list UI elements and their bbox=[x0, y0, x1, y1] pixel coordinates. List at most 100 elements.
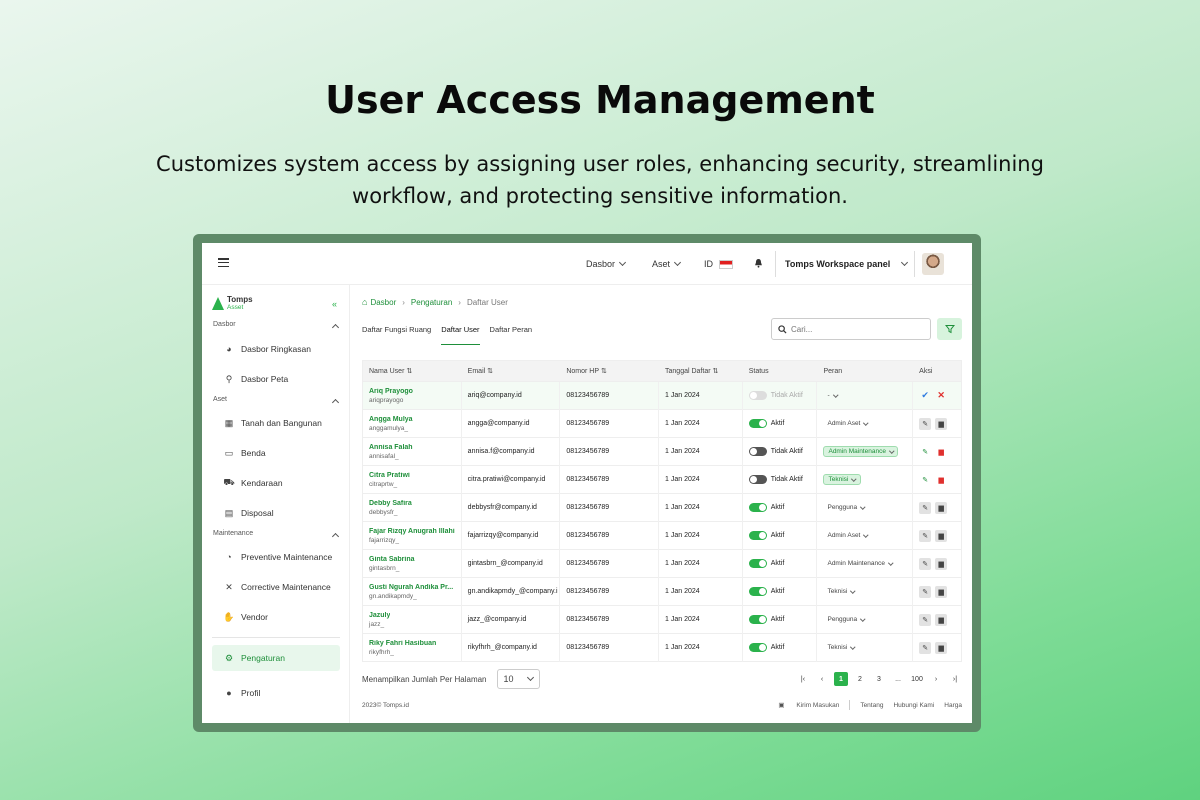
table-row[interactable]: Ariq Prayogo ariqprayogo ariq@company.id … bbox=[363, 381, 961, 410]
user-name[interactable]: Ariq Prayogo bbox=[369, 388, 413, 395]
role-select[interactable]: Pengguna bbox=[823, 503, 868, 512]
nav-dasbor-dropdown[interactable]: Dasbor bbox=[586, 243, 627, 285]
delete-trash-icon[interactable]: ▆ bbox=[935, 641, 948, 654]
user-name[interactable]: Angga Mulya bbox=[369, 416, 413, 423]
delete-trash-icon[interactable]: ▆ bbox=[935, 585, 948, 598]
column-header-nama-user[interactable]: Nama User ⇅ bbox=[363, 367, 462, 375]
table-row[interactable]: Riky Fahri Hasibuan rikyfhrh_ rikyfhrh_@c… bbox=[363, 633, 961, 662]
sidebar-item-kendaraan[interactable]: ⛟ Kendaraan bbox=[212, 470, 340, 496]
table-row[interactable]: Ginta Sabrina gintasbrn_ gintasbrn_@compa… bbox=[363, 549, 961, 578]
user-name[interactable]: Citra Pratiwi bbox=[369, 472, 410, 479]
user-name[interactable]: Ginta Sabrina bbox=[369, 556, 415, 563]
edit-pencil-icon[interactable]: ✎ bbox=[919, 446, 931, 458]
search-input[interactable] bbox=[791, 324, 921, 334]
table-row[interactable]: Citra Pratiwi citraprtw_ citra.pratiwi@co… bbox=[363, 465, 961, 494]
status-toggle[interactable] bbox=[748, 615, 767, 624]
collapse-sidebar-icon[interactable]: « bbox=[332, 299, 337, 309]
status-toggle[interactable] bbox=[748, 643, 767, 652]
sidebar-item-dasbor-ringkasan[interactable]: ◕ Dasbor Ringkasan bbox=[212, 336, 340, 362]
tab-daftar-fungsi-ruang[interactable]: Daftar Fungsi Ruang bbox=[362, 325, 431, 345]
page-button[interactable]: 3 bbox=[872, 672, 886, 686]
sidebar-item-tanah-bangunan[interactable]: ▦ Tanah dan Bangunan bbox=[212, 410, 340, 436]
table-row[interactable]: Jazuly jazz_ jazz_@company.id 08123456789… bbox=[363, 605, 961, 634]
search-box[interactable] bbox=[771, 318, 931, 340]
sidebar-item-corrective-maintenance[interactable]: ✕ Corrective Maintenance bbox=[212, 574, 340, 600]
sidebar-item-pengaturan[interactable]: ⚙ Pengaturan bbox=[212, 645, 340, 671]
role-select[interactable]: Admin Aset bbox=[823, 531, 871, 540]
edit-pencil-icon[interactable]: ✎ bbox=[919, 585, 932, 598]
edit-pencil-icon[interactable]: ✎ bbox=[919, 557, 932, 570]
breadcrumb-dasbor[interactable]: Dasbor bbox=[370, 298, 396, 307]
chevron-up-icon[interactable] bbox=[331, 532, 340, 541]
status-toggle[interactable] bbox=[748, 419, 767, 428]
table-row[interactable]: Fajar Rizqy Anugrah Illahi fajarrizqy_ fa… bbox=[363, 521, 961, 550]
filter-button[interactable] bbox=[937, 318, 962, 340]
home-icon[interactable]: ⌂ bbox=[362, 297, 367, 307]
feedback-link[interactable]: ▣ Kirim Masukan bbox=[768, 701, 839, 709]
about-link[interactable]: Tentang bbox=[860, 702, 883, 709]
role-select[interactable]: Admin Maintenance bbox=[823, 559, 896, 568]
edit-pencil-icon[interactable]: ✎ bbox=[919, 641, 932, 654]
status-toggle[interactable] bbox=[748, 503, 767, 512]
hamburger-menu-icon[interactable] bbox=[218, 258, 229, 268]
role-select[interactable]: Teknisi bbox=[823, 643, 858, 652]
chevron-up-icon[interactable] bbox=[331, 398, 340, 407]
last-page-icon[interactable]: ›| bbox=[948, 672, 962, 686]
delete-trash-icon[interactable]: ▆ bbox=[935, 501, 948, 514]
pricing-link[interactable]: Harga bbox=[944, 702, 962, 709]
delete-trash-icon[interactable]: ▆ bbox=[935, 474, 947, 486]
tab-daftar-peran[interactable]: Daftar Peran bbox=[490, 325, 533, 345]
sidebar-item-preventive-maintenance[interactable]: ◔ Preventive Maintenance bbox=[212, 544, 340, 570]
column-header-email[interactable]: Email ⇅ bbox=[462, 367, 561, 375]
user-name[interactable]: Riky Fahri Hasibuan bbox=[369, 640, 436, 647]
delete-trash-icon[interactable]: ▆ bbox=[935, 613, 948, 626]
next-page-icon[interactable]: › bbox=[929, 672, 943, 686]
logo[interactable]: Tomps Asset bbox=[212, 295, 253, 311]
user-name[interactable]: Jazuly bbox=[369, 612, 390, 619]
cancel-x-icon[interactable]: ✕ bbox=[935, 390, 947, 402]
user-name[interactable]: Annisa Falah bbox=[369, 444, 413, 451]
user-avatar[interactable] bbox=[922, 253, 944, 275]
edit-pencil-icon[interactable]: ✎ bbox=[919, 474, 931, 486]
status-toggle[interactable] bbox=[748, 391, 767, 400]
contact-link[interactable]: Hubungi Kami bbox=[893, 702, 934, 709]
table-row[interactable]: Annisa Falah annisafal_ annisa.f@company.… bbox=[363, 437, 961, 466]
delete-trash-icon[interactable]: ▆ bbox=[935, 557, 948, 570]
page-button[interactable]: 2 bbox=[853, 672, 867, 686]
bell-icon[interactable] bbox=[754, 258, 763, 268]
user-name[interactable]: Fajar Rizqy Anugrah Illahi bbox=[369, 528, 455, 535]
language-selector[interactable]: ID bbox=[704, 243, 733, 285]
confirm-check-icon[interactable]: ✔ bbox=[919, 390, 931, 402]
status-toggle[interactable] bbox=[748, 587, 767, 596]
page-button[interactable]: 100 bbox=[910, 672, 924, 686]
delete-trash-icon[interactable]: ▆ bbox=[935, 446, 947, 458]
column-header-nomor-hp[interactable]: Nomor HP ⇅ bbox=[560, 367, 659, 375]
role-select[interactable]: Teknisi bbox=[823, 474, 861, 485]
status-toggle[interactable] bbox=[748, 475, 767, 484]
page-button[interactable]: 1 bbox=[834, 672, 848, 686]
edit-pencil-icon[interactable]: ✎ bbox=[919, 501, 932, 514]
nav-aset-dropdown[interactable]: Aset bbox=[652, 243, 682, 285]
table-row[interactable]: Gusti Ngurah Andika Pr... gn.andikapmdy_ … bbox=[363, 577, 961, 606]
breadcrumb-pengaturan[interactable]: Pengaturan bbox=[411, 298, 452, 307]
delete-trash-icon[interactable]: ▆ bbox=[935, 417, 948, 430]
role-select[interactable]: Teknisi bbox=[823, 587, 858, 596]
role-select[interactable]: Admin Maintenance bbox=[823, 446, 899, 457]
tab-daftar-user[interactable]: Daftar User bbox=[441, 325, 480, 345]
edit-pencil-icon[interactable]: ✎ bbox=[919, 529, 932, 542]
role-select[interactable]: Admin Aset bbox=[823, 419, 871, 428]
user-name[interactable]: Debby Safira bbox=[369, 500, 412, 507]
chevron-up-icon[interactable] bbox=[331, 323, 340, 332]
delete-trash-icon[interactable]: ▆ bbox=[935, 529, 948, 542]
sidebar-item-benda[interactable]: ▭ Benda bbox=[212, 440, 340, 466]
status-toggle[interactable] bbox=[748, 447, 767, 456]
sidebar-item-disposal[interactable]: ▤ Disposal bbox=[212, 500, 340, 526]
per-page-select[interactable]: 10 bbox=[496, 669, 540, 689]
user-name[interactable]: Gusti Ngurah Andika Pr... bbox=[369, 584, 453, 591]
prev-page-icon[interactable]: ‹ bbox=[815, 672, 829, 686]
column-header-tanggal-daftar[interactable]: Tanggal Daftar ⇅ bbox=[659, 367, 743, 375]
status-toggle[interactable] bbox=[748, 531, 767, 540]
edit-pencil-icon[interactable]: ✎ bbox=[919, 613, 932, 626]
sidebar-item-vendor[interactable]: ✋ Vendor bbox=[212, 604, 340, 630]
workspace-dropdown[interactable]: Tomps Workspace panel bbox=[785, 243, 909, 285]
